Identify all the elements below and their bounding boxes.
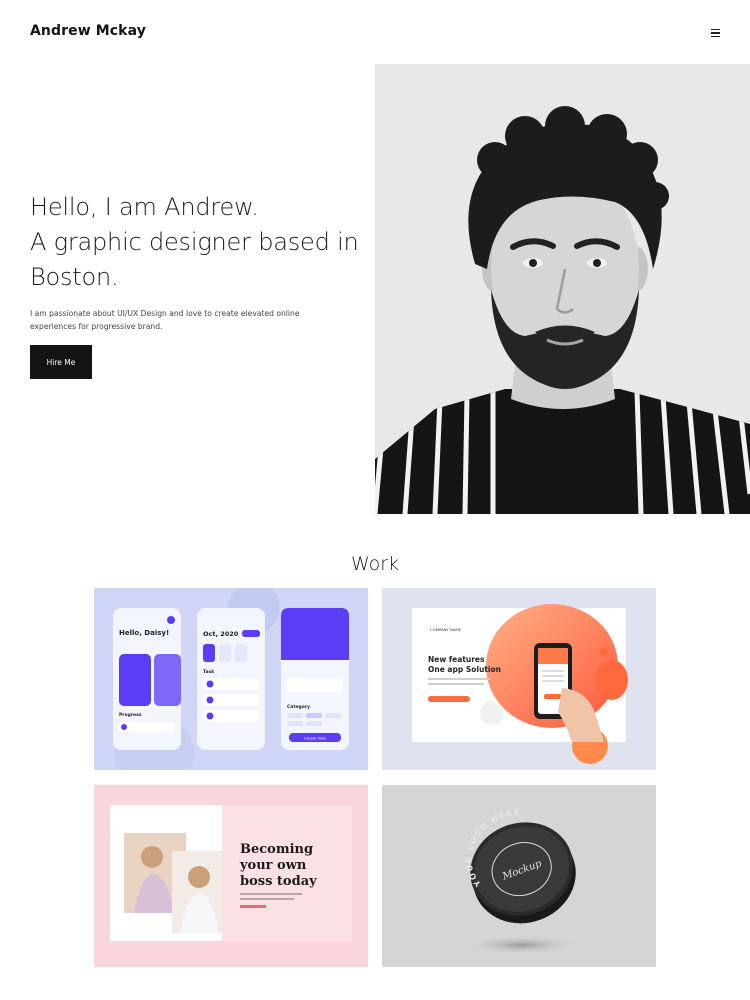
- hero-section: Hello, I am Andrew. A graphic designer b…: [30, 190, 360, 333]
- hero-heading-line-1: Hello, I am Andrew.: [30, 193, 259, 221]
- brand-name[interactable]: Andrew Mckay: [30, 23, 146, 39]
- task-app-greeting: Hello, Daisy!: [119, 629, 169, 637]
- task-app-progress-heading: Progress: [119, 712, 142, 718]
- work-card-task-app[interactable]: Hello, Daisy! Progress Oct, 2020 Task Ca…: [94, 588, 368, 770]
- hamburger-icon[interactable]: [706, 24, 724, 40]
- blog-headline-1: Becoming: [240, 842, 313, 857]
- blog-headline-2: your own: [239, 858, 307, 873]
- work-card-one-app-landing[interactable]: COMPANY NAME New features One app Soluti…: [382, 588, 656, 770]
- hero-heading-line-2: A graphic designer based in: [30, 228, 359, 256]
- hire-me-button[interactable]: Hire Me: [30, 345, 92, 379]
- blog-headline-3: boss today: [240, 874, 317, 889]
- hero-description: I am passionate about UI/UX Design and l…: [30, 309, 300, 331]
- work-grid: Hello, Daisy! Progress Oct, 2020 Task Ca…: [94, 588, 656, 967]
- portrait-image: [375, 64, 750, 514]
- task-app-create-button: Create Task: [304, 736, 327, 741]
- task-app-date: Oct, 2020: [203, 630, 239, 638]
- site-header: Andrew Mckay: [0, 0, 750, 64]
- hero-heading-line-3: Boston.: [30, 263, 119, 291]
- task-app-task-heading: Task: [203, 669, 215, 675]
- landing-headline-2: One app Solution: [428, 665, 501, 674]
- work-card-logo-mockup[interactable]: YOUR LOGO HERE Mockup: [382, 785, 656, 967]
- work-section-title: Work: [350, 553, 400, 575]
- landing-headline-1: New features: [428, 655, 485, 664]
- work-card-boss-blog[interactable]: Becoming your own boss today: [94, 785, 368, 967]
- landing-company-name: COMPANY NAME: [430, 627, 462, 632]
- task-app-category-heading: Category: [287, 704, 310, 710]
